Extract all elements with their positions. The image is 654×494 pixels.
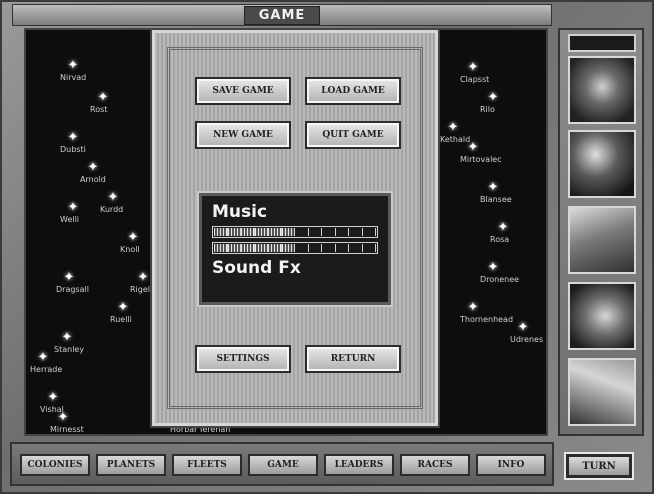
slider-segment	[241, 228, 255, 236]
turn-button[interactable]: TURN	[564, 452, 634, 480]
slider-segment	[295, 228, 309, 236]
nav-planets-button[interactable]: PLANETS	[96, 454, 166, 476]
return-button[interactable]: RETURN	[305, 345, 401, 373]
research-icon[interactable]	[568, 358, 636, 426]
star-label: Rosa	[490, 235, 510, 244]
nav-game-button[interactable]: GAME	[248, 454, 318, 476]
game-options-dialog: SAVE GAME LOAD GAME NEW GAME QUIT GAME M…	[150, 28, 440, 428]
star-label: Thornenhead	[460, 315, 514, 324]
star-system[interactable]	[66, 58, 80, 72]
star-system[interactable]	[486, 180, 500, 194]
planet-surface-icon[interactable]	[568, 206, 636, 274]
star-label: Blansee	[480, 195, 512, 204]
nav-leaders-button[interactable]: LEADERS	[324, 454, 394, 476]
star-system[interactable]	[66, 200, 80, 214]
star-system[interactable]	[116, 300, 130, 314]
star-system[interactable]	[516, 320, 530, 334]
nav-fleets-button[interactable]: FLEETS	[172, 454, 242, 476]
star-label: Clapsst	[460, 75, 490, 84]
ship-icon[interactable]	[568, 130, 636, 198]
slider-segment	[349, 228, 363, 236]
star-label: Mirtovalec	[460, 155, 502, 164]
star-label: Dragsall	[56, 285, 89, 294]
settings-button[interactable]: SETTINGS	[195, 345, 291, 373]
star-system[interactable]	[486, 260, 500, 274]
slider-segment	[322, 244, 336, 252]
star-label: Nirvad	[60, 73, 87, 82]
sound-volume-slider[interactable]	[212, 242, 378, 254]
star-label: Herrade	[30, 365, 63, 374]
star-label: Rost	[90, 105, 108, 114]
star-system[interactable]	[496, 220, 510, 234]
star-label: Welli	[60, 215, 80, 224]
nav-colonies-button[interactable]: COLONIES	[20, 454, 90, 476]
slider-segment	[309, 244, 322, 252]
star-system[interactable]	[466, 60, 480, 74]
slider-segment	[349, 244, 363, 252]
star-label: Udrenes	[510, 335, 544, 344]
star-label: Dubsti	[60, 145, 86, 154]
new-game-button[interactable]: NEW GAME	[195, 121, 291, 149]
star-system[interactable]	[126, 230, 140, 244]
slider-segment	[227, 244, 241, 252]
galaxy-icon[interactable]	[568, 56, 636, 124]
star-label: Arnold	[80, 175, 106, 184]
title-bar: GAME	[12, 4, 552, 26]
sound-fx-label: Sound Fx	[212, 258, 301, 278]
bottom-nav: COLONIES PLANETS FLEETS GAME LEADERS RAC…	[10, 442, 554, 486]
star-system[interactable]	[46, 390, 60, 404]
star-system[interactable]	[106, 190, 120, 204]
star-date-display	[568, 34, 636, 52]
audio-panel: Music Sound Fx	[197, 191, 393, 307]
slider-segment	[241, 244, 255, 252]
slider-segment	[363, 244, 376, 252]
star-label: Mirnesst	[50, 425, 84, 434]
star-system[interactable]	[466, 140, 480, 154]
music-volume-slider[interactable]	[212, 226, 378, 238]
starship-icon[interactable]	[568, 282, 636, 350]
right-sidebar	[558, 28, 644, 436]
star-system[interactable]	[86, 160, 100, 174]
slider-segment	[254, 228, 268, 236]
slider-segment	[214, 228, 228, 236]
star-system[interactable]	[62, 270, 76, 284]
star-system[interactable]	[446, 120, 460, 134]
star-system[interactable]	[66, 130, 80, 144]
slider-segment	[227, 228, 241, 236]
star-system[interactable]	[56, 410, 70, 424]
load-game-button[interactable]: LOAD GAME	[305, 77, 401, 105]
star-system[interactable]	[136, 270, 150, 284]
slider-segment	[322, 228, 336, 236]
star-system[interactable]	[96, 90, 110, 104]
slider-segment	[295, 244, 309, 252]
slider-segment	[268, 244, 282, 252]
slider-segment	[268, 228, 282, 236]
nav-races-button[interactable]: RACES	[400, 454, 470, 476]
star-label: Ruelli	[110, 315, 132, 324]
save-game-button[interactable]: SAVE GAME	[195, 77, 291, 105]
star-system[interactable]	[36, 350, 50, 364]
slider-segment	[336, 228, 349, 236]
slider-segment	[309, 228, 322, 236]
star-label: Horbar Ierenan	[170, 425, 231, 434]
star-system[interactable]	[486, 90, 500, 104]
nav-info-button[interactable]: INFO	[476, 454, 546, 476]
slider-segment	[363, 228, 376, 236]
star-label: Knoll	[120, 245, 140, 254]
star-system[interactable]	[60, 330, 74, 344]
window-title: GAME	[243, 5, 321, 25]
star-label: Dronenee	[480, 275, 520, 284]
star-label: Rilo	[480, 105, 495, 114]
quit-game-button[interactable]: QUIT GAME	[305, 121, 401, 149]
slider-segment	[281, 228, 295, 236]
slider-segment	[281, 244, 295, 252]
slider-segment	[336, 244, 349, 252]
star-label: Stanley	[54, 345, 85, 354]
star-label: Kurdd	[100, 205, 124, 214]
music-label: Music	[212, 202, 268, 222]
star-system[interactable]	[466, 300, 480, 314]
slider-segment	[254, 244, 268, 252]
slider-segment	[214, 244, 228, 252]
